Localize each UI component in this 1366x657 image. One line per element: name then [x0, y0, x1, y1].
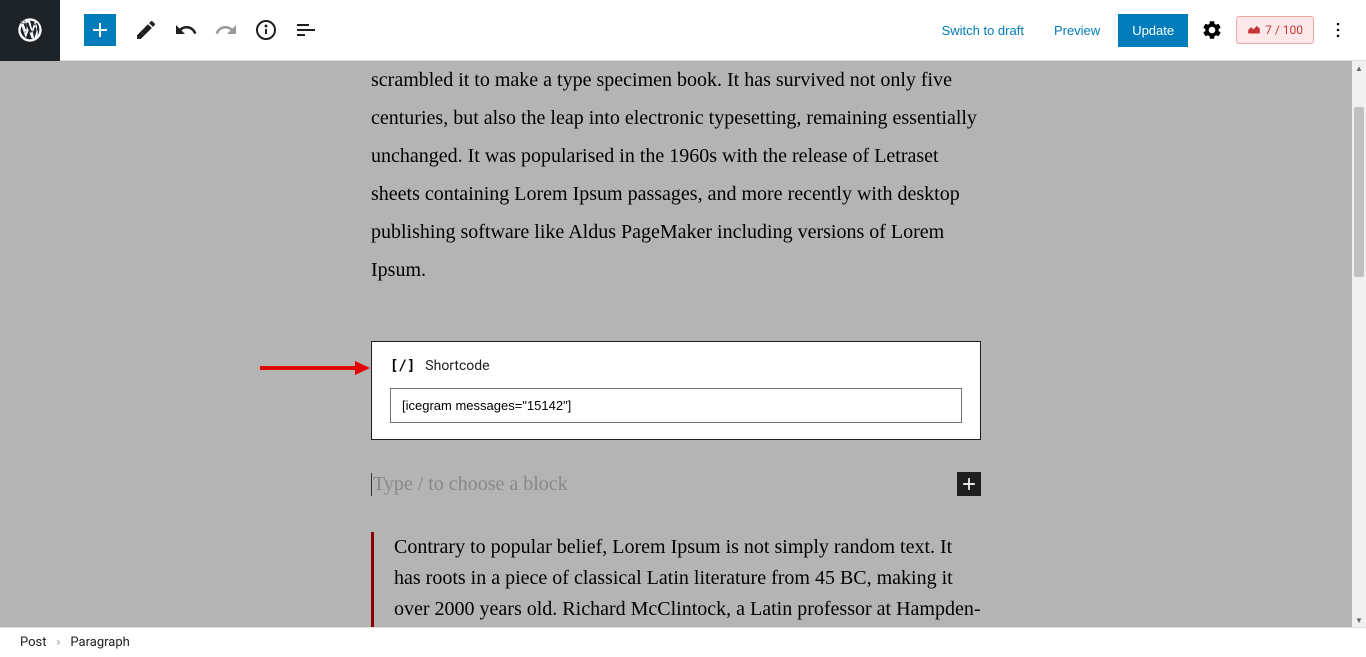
- scroll-down-arrow[interactable]: ▼: [1352, 613, 1366, 627]
- outline-button[interactable]: [288, 12, 324, 48]
- quote-block[interactable]: Contrary to popular belief, Lorem Ipsum …: [371, 532, 981, 627]
- seo-score-text: 7 / 100: [1265, 23, 1303, 37]
- editor-canvas[interactable]: scrambled it to make a type specimen boo…: [0, 61, 1352, 627]
- breadcrumb-root[interactable]: Post: [20, 635, 47, 650]
- switch-to-draft-button[interactable]: Switch to draft: [930, 15, 1036, 46]
- seo-score-badge[interactable]: 7 / 100: [1236, 16, 1314, 44]
- toolbar-right: Switch to draft Preview Update 7 / 100: [930, 12, 1366, 48]
- breadcrumb-current[interactable]: Paragraph: [70, 635, 129, 650]
- add-block-inline-button[interactable]: [957, 472, 981, 496]
- shortcode-icon: [/]: [390, 358, 415, 374]
- shortcode-input[interactable]: [390, 388, 962, 423]
- wordpress-logo[interactable]: [0, 0, 60, 61]
- settings-button[interactable]: [1194, 12, 1230, 48]
- breadcrumb-separator: ›: [57, 635, 61, 650]
- toolbar-left: [60, 12, 324, 48]
- content-wrapper: scrambled it to make a type specimen boo…: [371, 61, 981, 627]
- add-block-button[interactable]: [84, 14, 116, 46]
- update-button[interactable]: Update: [1118, 14, 1188, 47]
- info-button[interactable]: [248, 12, 284, 48]
- more-options-button[interactable]: [1320, 12, 1356, 48]
- vertical-scrollbar[interactable]: ▲ ▼: [1352, 61, 1366, 627]
- empty-block-appender[interactable]: Type / to choose a block: [371, 472, 981, 496]
- scroll-up-arrow[interactable]: ▲: [1352, 61, 1366, 75]
- annotation-arrow: [260, 358, 370, 378]
- top-toolbar: Switch to draft Preview Update 7 / 100: [0, 0, 1366, 61]
- redo-button[interactable]: [208, 12, 244, 48]
- edit-tool-button[interactable]: [128, 12, 164, 48]
- empty-block-placeholder: Type / to choose a block: [371, 473, 568, 496]
- shortcode-header: [/] Shortcode: [390, 358, 962, 374]
- shortcode-label: Shortcode: [425, 358, 489, 374]
- preview-button[interactable]: Preview: [1042, 15, 1112, 46]
- paragraph-block[interactable]: scrambled it to make a type specimen boo…: [371, 61, 981, 297]
- scrollbar-thumb[interactable]: [1354, 107, 1364, 277]
- shortcode-block[interactable]: [/] Shortcode: [371, 341, 981, 440]
- breadcrumb-bar: Post › Paragraph: [0, 627, 1366, 657]
- undo-button[interactable]: [168, 12, 204, 48]
